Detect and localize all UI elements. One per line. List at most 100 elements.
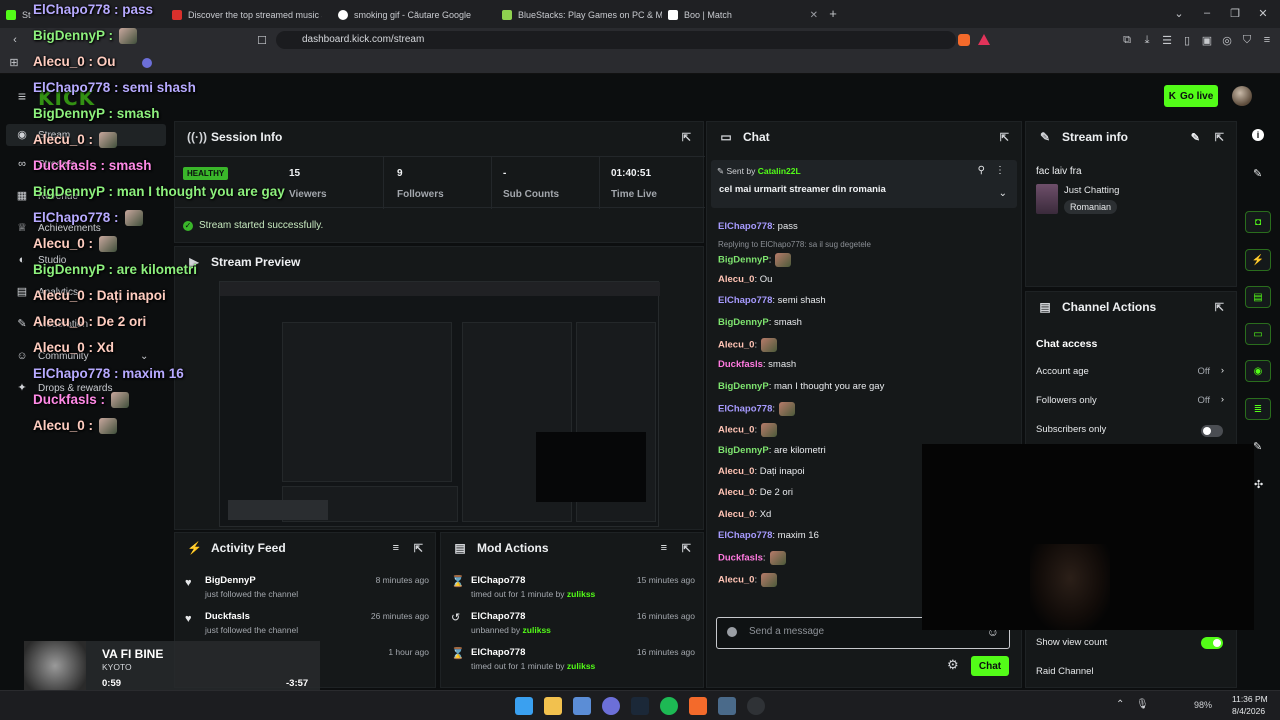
rail-wrench-icon[interactable]: ✎ bbox=[1253, 440, 1262, 453]
rail-chat-icon[interactable]: ▭ bbox=[1245, 323, 1271, 345]
history-icon[interactable]: ☰ bbox=[1160, 33, 1174, 47]
bookmark-icon[interactable]: ☐ bbox=[256, 33, 268, 47]
hamburger-icon[interactable]: ≡ bbox=[14, 88, 30, 104]
chat-username[interactable]: Alecu_0 bbox=[718, 425, 754, 436]
sidebar-toggle-icon[interactable]: ▯ bbox=[1180, 33, 1194, 47]
tab-boo[interactable]: Boo | Match ✕ bbox=[668, 4, 818, 26]
gift-icon: ✦ bbox=[17, 382, 27, 394]
chat-username[interactable]: ElChapo778 bbox=[718, 530, 772, 541]
chat-username[interactable]: Alecu_0 bbox=[718, 340, 754, 351]
chat-username[interactable]: BigDennyP bbox=[718, 255, 769, 266]
followers-only-row[interactable]: Followers only Off › bbox=[1036, 394, 1226, 406]
rail-bolt-icon[interactable]: ⚡ bbox=[1245, 249, 1271, 271]
apps-icon[interactable]: ⊞ bbox=[8, 56, 20, 69]
steam-icon[interactable] bbox=[631, 697, 649, 715]
tab-bluestacks[interactable]: BlueStacks: Play Games on PC & Mac bbox=[502, 4, 662, 26]
pinned-message[interactable]: ✎ Sent by Catalin22L cel mai urmarit str… bbox=[711, 160, 1017, 208]
go-live-button[interactable]: K Go live bbox=[1164, 85, 1218, 107]
start-icon[interactable] bbox=[515, 697, 533, 715]
menu-icon[interactable]: ≡ bbox=[1260, 33, 1274, 47]
file-explorer-icon[interactable] bbox=[544, 697, 562, 715]
obs-icon[interactable] bbox=[747, 697, 765, 715]
chat-username[interactable]: BigDennyP bbox=[718, 445, 769, 456]
app-icon[interactable] bbox=[718, 697, 736, 715]
minimize-icon[interactable]: – bbox=[1200, 6, 1214, 20]
info-icon[interactable]: i bbox=[1252, 129, 1264, 141]
more-icon[interactable]: ⋮ bbox=[995, 165, 1005, 176]
show-view-count-toggle[interactable] bbox=[1201, 637, 1223, 649]
language-tag[interactable]: Romanian bbox=[1064, 200, 1118, 214]
chat-username[interactable]: Alecu_0 bbox=[718, 274, 754, 285]
extensions-icon[interactable]: ⧉ bbox=[1120, 33, 1134, 47]
chevron-up-icon[interactable]: ⌃ bbox=[1116, 699, 1124, 710]
new-tab-icon[interactable]: + bbox=[826, 6, 840, 21]
mod-action-user[interactable]: ElChapo778 bbox=[471, 611, 525, 622]
chevron-down-icon[interactable]: ⌄ bbox=[999, 188, 1007, 199]
settings-gear-icon[interactable]: ⚙ bbox=[947, 657, 959, 673]
popout-icon[interactable]: ⇱ bbox=[1215, 131, 1224, 144]
activity-user[interactable]: Duckfasls bbox=[205, 611, 250, 622]
rail-broadcast-icon[interactable]: ◉ bbox=[1245, 360, 1271, 382]
chat-username[interactable]: ElChapo778 bbox=[718, 295, 772, 306]
tab-music[interactable]: Discover the top streamed music and bbox=[172, 4, 322, 26]
mic-icon[interactable]: 🎙︎ bbox=[1136, 699, 1149, 710]
wallet-icon[interactable]: ▣ bbox=[1200, 33, 1214, 47]
activity-user[interactable]: BigDennyP bbox=[205, 575, 256, 586]
edit-icon[interactable]: ✎ bbox=[1253, 167, 1262, 180]
shield-icon[interactable]: ⛉ bbox=[1240, 33, 1254, 47]
chat-username[interactable]: Alecu_0 bbox=[718, 509, 754, 520]
rail-doc-icon[interactable]: ▤ bbox=[1245, 286, 1271, 308]
chat-username[interactable]: Duckfasls bbox=[718, 359, 763, 370]
rail-apps-icon[interactable]: ✣ bbox=[1254, 478, 1263, 491]
tab-search-icon[interactable]: ⌄ bbox=[1172, 6, 1186, 20]
account-age-row[interactable]: Account age Off › bbox=[1036, 365, 1226, 377]
viewers-label: Viewers bbox=[289, 189, 327, 200]
chat-username[interactable]: BigDennyP bbox=[718, 317, 769, 328]
popout-icon[interactable]: ⇱ bbox=[1000, 131, 1009, 144]
chat-username[interactable]: ElChapo778 bbox=[718, 404, 772, 415]
chat-username[interactable]: BigDennyP bbox=[718, 381, 769, 392]
brave-shield-icon[interactable] bbox=[958, 34, 970, 46]
preview-video[interactable] bbox=[219, 281, 660, 527]
close-tab-icon[interactable]: ✕ bbox=[810, 10, 818, 21]
mod-action-user[interactable]: ElChapo778 bbox=[471, 575, 525, 586]
send-chat-button[interactable]: Chat bbox=[971, 656, 1009, 676]
chat-username[interactable]: Duckfasls bbox=[718, 553, 763, 564]
discord-bookmark-icon[interactable] bbox=[142, 58, 152, 68]
discord-icon[interactable] bbox=[602, 697, 620, 715]
close-window-icon[interactable]: ✕ bbox=[1256, 6, 1270, 20]
brave-rewards-icon[interactable] bbox=[978, 34, 990, 45]
spotify-icon[interactable] bbox=[660, 697, 678, 715]
popout-icon[interactable]: ⇱ bbox=[682, 131, 691, 144]
chat-username[interactable]: ElChapo778 bbox=[718, 221, 772, 232]
app-icon[interactable] bbox=[573, 697, 591, 715]
preview-session-panel bbox=[282, 322, 452, 482]
edit-pencil-icon[interactable]: ✎ bbox=[1191, 131, 1200, 144]
chat-username[interactable]: Alecu_0 bbox=[718, 466, 754, 477]
maximize-icon[interactable]: ❐ bbox=[1228, 6, 1242, 20]
clock-time[interactable]: 11:36 PM bbox=[1232, 694, 1268, 704]
tab-google[interactable]: smoking gif - Căutare Google bbox=[338, 4, 488, 26]
brave-icon[interactable] bbox=[689, 697, 707, 715]
vpn-icon[interactable]: ◎ bbox=[1220, 33, 1234, 47]
category-name[interactable]: Just Chatting bbox=[1064, 185, 1119, 196]
popout-icon[interactable]: ⇱ bbox=[1215, 301, 1224, 314]
channel-actions-title: Channel Actions bbox=[1062, 300, 1157, 314]
popout-icon[interactable]: ⇱ bbox=[682, 542, 691, 555]
mod-action-user[interactable]: ElChapo778 bbox=[471, 647, 525, 658]
chat-username[interactable]: Alecu_0 bbox=[718, 487, 754, 498]
download-icon[interactable]: ⤓ bbox=[1140, 33, 1154, 47]
raid-channel-button[interactable]: Raid Channel bbox=[1036, 666, 1094, 677]
url-field[interactable]: dashboard.kick.com/stream bbox=[276, 31, 956, 49]
chat-username[interactable]: Alecu_0 bbox=[718, 575, 754, 586]
pin-icon[interactable]: ⚲ bbox=[978, 165, 985, 176]
rail-camera-icon[interactable]: ◘ bbox=[1245, 211, 1271, 233]
subscribers-only-toggle[interactable] bbox=[1201, 425, 1223, 437]
back-icon[interactable]: ‹ bbox=[8, 33, 22, 47]
clock-date[interactable]: 8/4/2026 bbox=[1232, 706, 1265, 716]
filter-icon[interactable]: ≡ bbox=[661, 542, 667, 554]
user-avatar[interactable] bbox=[1232, 86, 1252, 106]
rail-list-icon[interactable]: ≣ bbox=[1245, 398, 1271, 420]
filter-icon[interactable]: ≡ bbox=[393, 542, 399, 554]
popout-icon[interactable]: ⇱ bbox=[414, 542, 423, 555]
